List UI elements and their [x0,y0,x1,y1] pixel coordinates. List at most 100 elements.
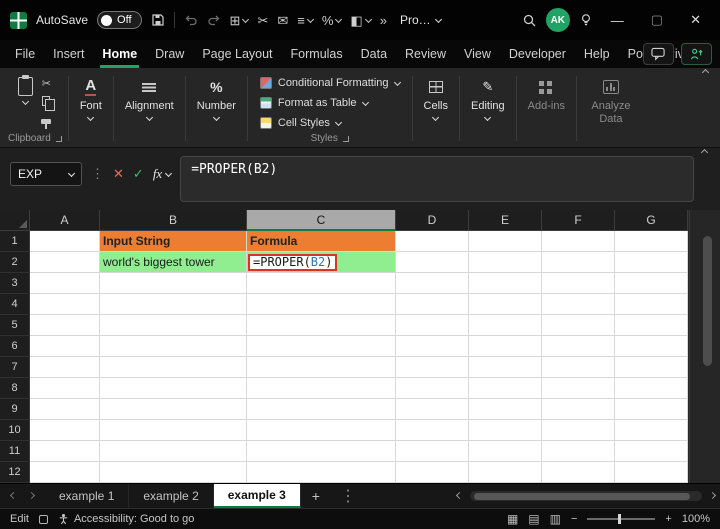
sheet-tab-example-2[interactable]: example 2 [129,484,214,508]
avatar[interactable]: AK [545,8,570,32]
cell-D5[interactable] [396,315,469,336]
tab-draw[interactable]: Draw [146,40,193,68]
macro-record-icon[interactable] [38,514,48,524]
add-ins-button[interactable]: Add-ins [519,70,574,147]
cell-C8[interactable] [247,378,396,399]
cells-group-button[interactable]: Cells [415,70,457,147]
cell-D9[interactable] [396,399,469,420]
cell-F4[interactable] [542,294,615,315]
cell-E7[interactable] [469,357,542,378]
in-cell-editor[interactable]: =PROPER(B2) [248,253,338,271]
cell-B1[interactable]: Input String [100,231,247,252]
more-commands-button[interactable]: » [380,14,387,27]
cell-G5[interactable] [615,315,688,336]
cell-B10[interactable] [100,420,247,441]
column-header-C[interactable]: C [247,210,396,231]
cell-F8[interactable] [542,378,615,399]
insert-function-button[interactable]: fx [153,166,173,182]
cell-G1[interactable] [615,231,688,252]
cell-E4[interactable] [469,294,542,315]
column-header-A[interactable]: A [30,210,100,231]
cell-A10[interactable] [30,420,100,441]
zoom-level[interactable]: 100% [682,513,710,525]
cell-C12[interactable] [247,462,396,483]
row-header-2[interactable]: 2 [0,252,30,273]
cell-F1[interactable] [542,231,615,252]
cell-D1[interactable] [396,231,469,252]
row-header-1[interactable]: 1 [0,231,30,252]
cell-G7[interactable] [615,357,688,378]
cell-C9[interactable] [247,399,396,420]
cell-G2[interactable] [615,252,688,273]
formula-input[interactable]: =PROPER(B2) [180,156,694,202]
analyze-data-button[interactable]: Analyze Data [579,70,643,147]
number-format-quick-button[interactable]: % [322,14,343,27]
cell-C2[interactable]: =PROPER(B2) [247,252,396,273]
font-group-button[interactable]: A Font [71,70,111,147]
row-header-9[interactable]: 9 [0,399,30,420]
cell-D8[interactable] [396,378,469,399]
cell-A8[interactable] [30,378,100,399]
document-title[interactable]: Pro… [400,13,442,27]
cell-C1[interactable]: Formula [247,231,396,252]
search-button[interactable] [522,13,537,28]
row-header-12[interactable]: 12 [0,462,30,483]
cell-A7[interactable] [30,357,100,378]
cell-C5[interactable] [247,315,396,336]
cell-E10[interactable] [469,420,542,441]
cell-B12[interactable] [100,462,247,483]
autosave-toggle[interactable]: Off [97,11,142,29]
row-header-3[interactable]: 3 [0,273,30,294]
cell-E8[interactable] [469,378,542,399]
cell-E9[interactable] [469,399,542,420]
cell-G12[interactable] [615,462,688,483]
select-all-corner[interactable] [0,210,30,231]
scroll-left-icon[interactable] [455,491,464,499]
row-header-10[interactable]: 10 [0,420,30,441]
scroll-right-icon[interactable] [708,491,717,499]
share-button[interactable] [681,43,712,65]
cell-B11[interactable] [100,441,247,462]
cell-B7[interactable] [100,357,247,378]
page-break-view-icon[interactable]: ▥ [550,512,561,526]
cell-D6[interactable] [396,336,469,357]
cell-F11[interactable] [542,441,615,462]
zoom-out-button[interactable]: − [571,513,577,525]
undo-button[interactable] [184,13,198,27]
tab-page-layout[interactable]: Page Layout [193,40,281,68]
cell-styles-button[interactable]: Cell Styles [259,113,342,133]
row-header-6[interactable]: 6 [0,336,30,357]
format-as-table-button[interactable]: Format as Table [259,93,369,113]
conditional-formatting-button[interactable]: Conditional Formatting [259,73,401,93]
table-quick-button[interactable]: ⊞ [230,14,250,27]
tab-review[interactable]: Review [396,40,455,68]
name-box[interactable]: EXP [10,162,82,186]
collapse-ribbon-icon[interactable] [701,68,710,77]
cell-A2[interactable] [30,252,100,273]
fill-color-quick-button[interactable]: ◧ [350,14,372,27]
column-header-D[interactable]: D [396,210,469,231]
cell-F7[interactable] [542,357,615,378]
alignment-group-button[interactable]: Alignment [116,70,183,147]
cell-B4[interactable] [100,294,247,315]
zoom-slider-knob[interactable] [618,514,622,524]
cell-B3[interactable] [100,273,247,294]
sheet-tab-example-3[interactable]: example 3 [213,484,301,508]
accessibility-status[interactable]: Accessibility: Good to go [58,513,194,525]
tab-help[interactable]: Help [575,40,619,68]
cell-F2[interactable] [542,252,615,273]
cell-A4[interactable] [30,294,100,315]
cell-E2[interactable] [469,252,542,273]
cell-E1[interactable] [469,231,542,252]
cell-B8[interactable] [100,378,247,399]
tab-view[interactable]: View [455,40,500,68]
row-header-7[interactable]: 7 [0,357,30,378]
cell-B9[interactable] [100,399,247,420]
tab-home[interactable]: Home [93,40,146,68]
cell-D10[interactable] [396,420,469,441]
cell-F5[interactable] [542,315,615,336]
sheet-tabs-more-icon[interactable]: ⋮ [331,484,365,508]
column-header-E[interactable]: E [469,210,542,231]
cut-button[interactable]: ✂ [42,77,51,90]
cancel-entry-button[interactable]: ✕ [113,166,124,182]
